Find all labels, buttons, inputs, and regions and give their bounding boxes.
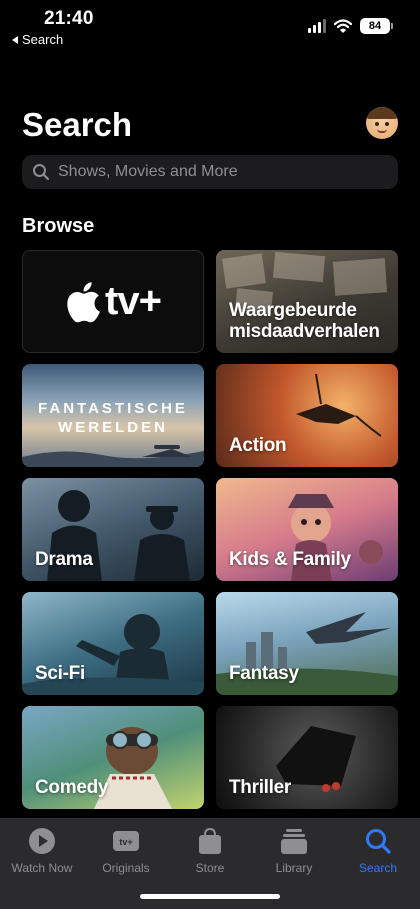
battery-level: 84 [368,20,382,32]
status-bar: 21:40 Search 84 [0,0,420,56]
tile-label: Fantasy [229,663,299,685]
browse-section-title: Browse [22,215,95,237]
cellular-signal-icon [308,19,326,33]
tab-library[interactable]: Library [252,827,336,875]
page-title: Search [22,106,133,143]
tile-thriller[interactable]: Thriller [216,706,398,809]
tile-fantasy[interactable]: Fantasy [216,592,398,695]
apple-logo-icon [67,281,100,322]
tab-label: Search [358,861,398,875]
tab-label: Store [195,861,225,875]
bag-icon [195,827,225,855]
tile-true-crime[interactable]: Waargebeurde misdaadverhalen [216,250,398,353]
tab-label: Library [275,861,313,875]
tab-label: Originals [102,861,150,875]
tile-label: FANTASTISCHE WERELDEN [38,400,188,436]
svg-text:tv+: tv+ [119,837,132,847]
status-indicators: 84 [308,18,393,34]
tile-sci-fi[interactable]: Sci-Fi [22,592,204,695]
back-to-search-link[interactable]: Search [12,32,63,47]
tab-originals[interactable]: tv+ Originals [84,827,168,875]
tile-label: tv+ [105,279,162,323]
stack-icon [279,827,309,855]
tile-action[interactable]: Action [216,364,398,467]
tile-fantastic-worlds[interactable]: FANTASTISCHE WERELDEN [22,364,204,467]
tile-apple-tv-plus[interactable]: tv+ [22,250,204,353]
tile-label: Thriller [229,777,292,799]
tile-label: Waargebeurde misdaadverhalen [229,300,380,343]
tab-search[interactable]: Search [336,827,420,875]
appletv-icon: tv+ [111,827,141,855]
avatar[interactable] [366,107,398,139]
wifi-icon [334,19,352,33]
tile-label: Kids & Family [229,549,351,571]
back-label: Search [22,32,64,47]
back-arrow-icon [12,35,18,44]
search-icon [363,827,393,855]
status-time: 21:40 [44,8,94,29]
apple-tv-plus-logo: tv+ [65,279,162,324]
search-field[interactable] [22,155,398,189]
tile-label: Comedy [35,777,109,799]
tile-label: Sci-Fi [35,663,85,685]
search-input[interactable] [58,163,378,181]
play-circle-icon [27,827,57,855]
home-indicator[interactable] [140,894,280,899]
tile-kids-family[interactable]: Kids & Family [216,478,398,581]
tab-label: Watch Now [11,861,73,875]
battery-icon: 84 [360,18,393,34]
tile-label: Action [229,435,287,457]
tab-store[interactable]: Store [168,827,252,875]
action-figure-illustration [296,374,382,437]
tile-comedy[interactable]: Comedy [22,706,204,809]
search-icon [33,164,50,181]
tile-label: Drama [35,549,93,571]
browse-grid: tv+ Waargebeurde misdaadverhalen FANTAST… [22,250,398,809]
tile-drama[interactable]: Drama [22,478,204,581]
tab-watch-now[interactable]: Watch Now [0,827,84,875]
